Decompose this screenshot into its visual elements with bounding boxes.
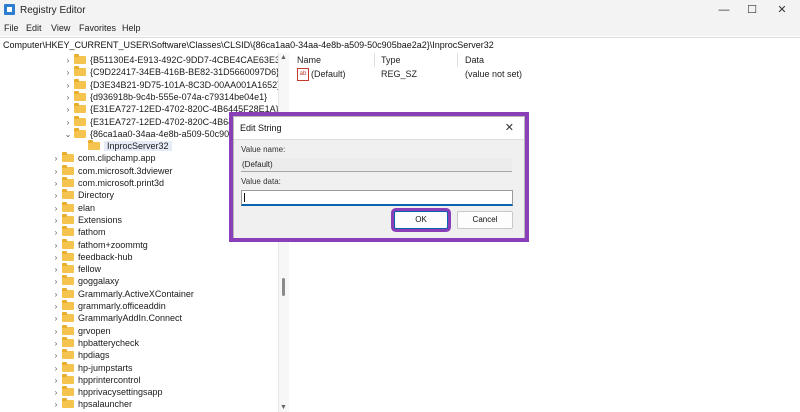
scroll-up-icon[interactable]: ▲: [280, 54, 287, 61]
window-title: Registry Editor: [20, 5, 86, 16]
dialog-body: Value name: (Default) Value data: OK Can…: [234, 139, 524, 238]
folder-icon: [62, 263, 74, 274]
folder-icon: [74, 127, 86, 138]
tree-item-label: hpsalauncher: [78, 399, 133, 410]
tree-item-label: fathom+zoommtg: [78, 239, 148, 250]
menu-bar: File Edit View Favorites Help: [0, 20, 800, 36]
tree-item-label: InprocServer32: [104, 141, 172, 152]
tree-item-label: {E31EA727-12ED-4702-820C-4B6445F28E1A}: [90, 104, 278, 115]
tree-item-label: hpprivacysettingsapp: [78, 387, 163, 398]
title-bar: Registry Editor — ☐ ✕: [0, 0, 800, 20]
tree-item-label: Extensions: [78, 214, 123, 225]
folder-icon: [62, 398, 74, 409]
menu-edit[interactable]: Edit: [26, 23, 42, 33]
address-path: Computer\HKEY_CURRENT_USER\Software\Clas…: [3, 40, 494, 50]
value-name-cell[interactable]: (Default): [311, 69, 346, 79]
tree-item-label: feedback-hub: [78, 251, 133, 262]
tree-item-label: GrammarlyAddIn.Connect: [78, 313, 183, 324]
tree-item-label: grvopen: [78, 325, 111, 336]
tree-item-label: {d936918b-9c4b-555e-074a-c79314be04e1}: [90, 91, 268, 102]
chevron-down-icon[interactable]: ⌄: [62, 128, 74, 142]
registry-editor-icon: [4, 4, 15, 15]
folder-icon: [74, 78, 86, 89]
folder-icon: [62, 287, 74, 298]
folder-icon: [62, 213, 74, 224]
tree-item-label: hpdiags: [78, 350, 110, 361]
folder-icon: [62, 275, 74, 286]
menu-file[interactable]: File: [4, 23, 19, 33]
tree-item-label: grammarly.officeaddin: [78, 301, 166, 311]
tree-item-label: {D3E34B21-9D75-101A-8C3D-00AA001A1652}: [90, 79, 278, 90]
column-separator[interactable]: [374, 53, 375, 67]
folder-icon: [62, 226, 74, 237]
folder-icon: [62, 189, 74, 200]
tree-item-label: {B51130E4-E913-492C-9DD7-4CBE4CAE63E3}: [90, 55, 278, 65]
folder-icon: [74, 66, 86, 77]
dialog-close-icon[interactable]: ✕: [505, 121, 514, 134]
tree-item-label: fathom: [78, 227, 106, 238]
ok-button[interactable]: OK: [394, 211, 448, 229]
folder-icon: [62, 349, 74, 360]
folder-icon: [62, 300, 74, 310]
folder-icon: [62, 164, 74, 175]
folder-icon: [88, 140, 100, 151]
close-button[interactable]: ✕: [770, 2, 794, 18]
text-caret: [244, 193, 245, 202]
dialog-title: Edit String: [240, 123, 282, 133]
tree-item-label: goggalaxy: [78, 276, 120, 287]
menu-view[interactable]: View: [51, 23, 70, 33]
tree-item-label: hp-jumpstarts: [78, 362, 133, 373]
folder-icon: [74, 115, 86, 126]
chevron-right-icon[interactable]: ›: [50, 398, 62, 412]
tree-item-label: Grammarly.ActiveXContainer: [78, 288, 194, 299]
tree-item-label: hpbatterycheck: [78, 337, 140, 348]
cancel-button[interactable]: Cancel: [457, 211, 513, 229]
tree-item-label: hpprintercontrol: [78, 374, 141, 385]
folder-icon: [62, 177, 74, 187]
scroll-down-icon[interactable]: ▼: [280, 404, 287, 411]
value-name-label: Value name:: [241, 145, 286, 154]
string-value-icon: ab: [297, 68, 309, 81]
folder-icon: [74, 103, 86, 114]
column-header-data[interactable]: Data: [465, 55, 484, 65]
value-data-cell[interactable]: (value not set): [465, 69, 522, 79]
folder-icon: [62, 386, 74, 397]
tree-item-label: {86ca1aa0-34aa-4e8b-a509-50c905bae: [90, 128, 250, 139]
tree-item-label: Directory: [78, 190, 115, 201]
edit-string-dialog: Edit String ✕ Value name: (Default) Valu…: [233, 116, 525, 238]
maximize-button[interactable]: ☐: [740, 2, 764, 18]
menu-help[interactable]: Help: [122, 23, 141, 33]
value-data-label: Value data:: [241, 177, 281, 186]
address-bar[interactable]: Computer\HKEY_CURRENT_USER\Software\Clas…: [0, 37, 800, 54]
menu-favorites[interactable]: Favorites: [79, 23, 116, 33]
tree-item-label: com.microsoft.3dviewer: [78, 165, 173, 176]
tree-item-label: com.microsoft.print3d: [78, 178, 165, 188]
tree-item[interactable]: › hpsalauncher: [50, 397, 132, 411]
folder-icon: [62, 373, 74, 384]
folder-icon: [62, 201, 74, 212]
value-name-field: (Default): [241, 158, 512, 172]
column-separator[interactable]: [457, 53, 458, 67]
column-header-name[interactable]: Name: [297, 55, 321, 65]
value-type-cell[interactable]: REG_SZ: [381, 69, 417, 79]
folder-icon: [62, 238, 74, 249]
folder-icon: [62, 324, 74, 335]
scroll-thumb[interactable]: [282, 278, 285, 296]
folder-icon: [74, 90, 86, 101]
tree-item-label: elan: [78, 202, 96, 213]
tree-item-label: {C9D22417-34EB-416B-BE82-31D5660097D6}: [90, 67, 278, 78]
value-data-input[interactable]: [241, 190, 513, 206]
folder-icon: [74, 54, 86, 64]
tree-item-label: com.clipchamp.app: [78, 153, 156, 164]
folder-icon: [62, 152, 74, 163]
tree-item-label: fellow: [78, 264, 102, 275]
tree-item-label: {E31EA727-12ED-4702-820C-4B6445F2: [90, 116, 254, 127]
folder-icon: [62, 250, 74, 261]
folder-icon: [62, 336, 74, 347]
folder-icon: [62, 312, 74, 323]
column-header-type[interactable]: Type: [381, 55, 401, 65]
minimize-button[interactable]: —: [712, 2, 736, 18]
folder-icon: [62, 361, 74, 372]
